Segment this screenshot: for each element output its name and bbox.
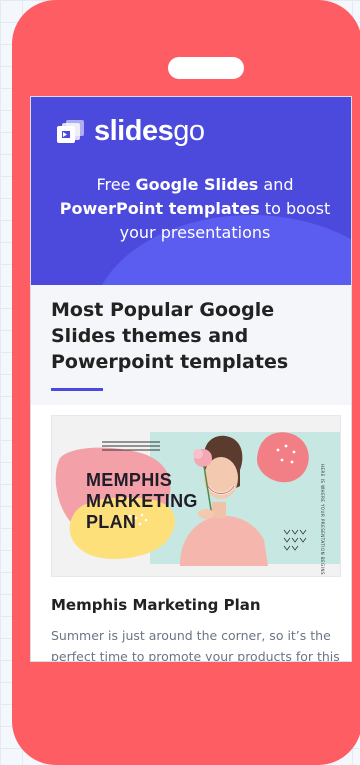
brand-name: slidesgo (94, 115, 205, 148)
hero-banner: slidesgo Free Google Slides and PowerPoi… (31, 97, 351, 285)
template-description: Summer is just around the corner, so it’… (51, 628, 340, 662)
thumbnail-title: MEMPHIS MARKETING PLAN (86, 470, 198, 532)
template-title[interactable]: Memphis Marketing Plan (51, 596, 261, 614)
hero-tagline: Free Google Slides and PowerPoint templa… (47, 173, 343, 245)
tagline-part-1: Free (96, 175, 136, 194)
section-title: Most Popular Google Slides themes and Po… (51, 299, 289, 373)
thumbnail-side-text: HERE IS WHERE YOUR PRESENTATION BEGINS (320, 464, 325, 575)
tagline-part-2: and (258, 175, 294, 194)
phone-speaker (168, 57, 244, 79)
tagline-google-slides: Google Slides (135, 175, 259, 194)
brand-name-bold: slides (94, 115, 174, 147)
template-thumbnail[interactable]: MEMPHIS MARKETING PLAN HERE IS WHERE YOU… (51, 415, 341, 577)
tagline-powerpoint-templates: PowerPoint templates (59, 199, 260, 218)
phone-screen: slidesgo Free Google Slides and PowerPoi… (30, 96, 352, 662)
slidesgo-logo[interactable]: slidesgo (55, 115, 205, 148)
section-title-underline (51, 388, 103, 391)
popular-section-header: Most Popular Google Slides themes and Po… (31, 285, 351, 405)
brand-name-light: go (173, 115, 205, 147)
slidesgo-logo-icon (57, 119, 84, 143)
